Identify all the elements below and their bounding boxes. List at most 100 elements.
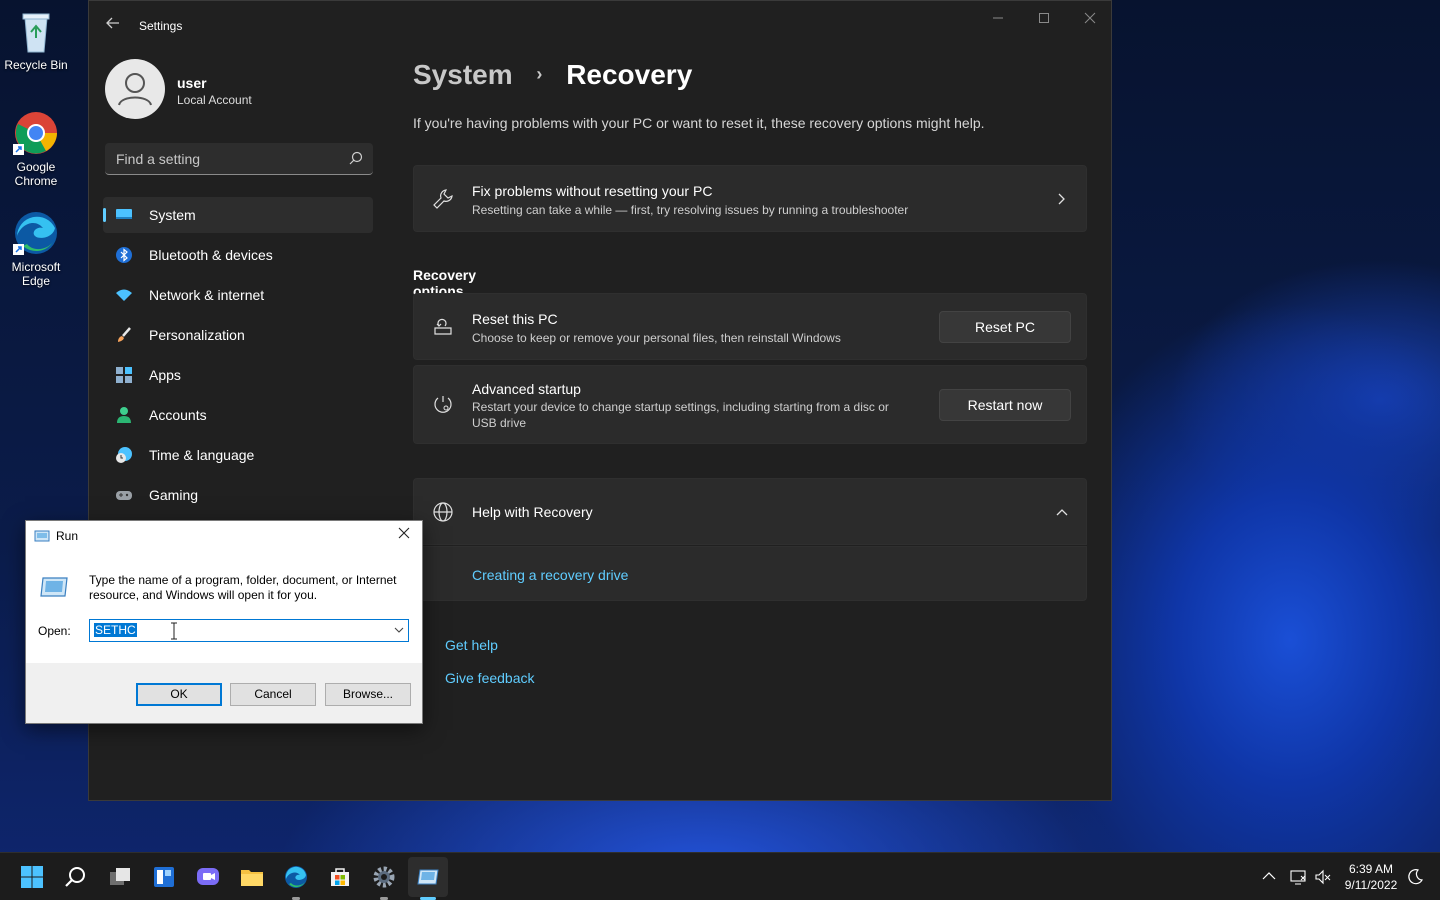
card-title: Help with Recovery: [472, 504, 593, 520]
run-description: Type the name of a program, folder, docu…: [89, 573, 397, 602]
desktop-icon-edge[interactable]: Microsoft Edge: [4, 210, 68, 288]
cancel-button[interactable]: Cancel: [230, 683, 316, 706]
settings-gear-icon[interactable]: [372, 865, 396, 889]
system-icon: [116, 209, 132, 219]
card-title: Fix problems without resetting your PC: [472, 183, 713, 199]
sidebar-item-gaming[interactable]: Gaming: [103, 477, 373, 513]
desktop-icon-label: Google Chrome: [14, 160, 58, 188]
edge-icon: [13, 210, 59, 256]
sidebar-item-apps[interactable]: Apps: [103, 357, 373, 393]
sidebar-nav: System Bluetooth & devices Network & int…: [103, 197, 373, 517]
sidebar-item-label: Network & internet: [149, 287, 265, 303]
gamepad-icon: [116, 491, 132, 500]
chevron-up-icon[interactable]: [1056, 508, 1068, 518]
open-combobox[interactable]: SETHC: [89, 619, 409, 642]
recycle-bin-icon: [13, 8, 59, 54]
file-explorer-icon[interactable]: [240, 865, 264, 889]
clock-date: 9/11/2022: [1344, 878, 1398, 892]
title-bar[interactable]: Settings: [89, 1, 1111, 49]
sidebar-item-personalization[interactable]: Personalization: [103, 317, 373, 353]
help-with-recovery-header[interactable]: Help with Recovery: [413, 478, 1087, 545]
sidebar-item-bluetooth[interactable]: Bluetooth & devices: [103, 237, 373, 273]
widgets-icon[interactable]: [152, 865, 176, 889]
store-icon[interactable]: [328, 865, 352, 889]
apps-icon: [116, 367, 132, 383]
profile-name: user: [177, 75, 207, 91]
globe-help-icon: [433, 502, 453, 522]
sidebar-item-accounts[interactable]: Accounts: [103, 397, 373, 433]
brush-icon: [118, 327, 131, 342]
reset-pc-icon: [434, 318, 452, 335]
start-windows-icon[interactable]: [20, 865, 44, 889]
open-input-value[interactable]: SETHC: [94, 623, 137, 637]
breadcrumb-parent[interactable]: System: [413, 59, 513, 90]
card-subtitle: Choose to keep or remove your personal f…: [472, 331, 841, 345]
minimize-button[interactable]: [975, 9, 1021, 29]
accounts-icon: [117, 407, 131, 423]
breadcrumb-separator-icon: ›: [536, 64, 543, 84]
search-input[interactable]: Find a setting: [105, 143, 373, 175]
ok-button[interactable]: OK: [136, 683, 222, 706]
card-title: Reset this PC: [472, 311, 558, 327]
sidebar-item-label: Gaming: [149, 487, 199, 503]
bluetooth-icon: [116, 247, 132, 263]
get-help-link[interactable]: Get help: [445, 637, 498, 653]
volume-muted-icon[interactable]: [1314, 868, 1332, 886]
network-icon[interactable]: [1289, 868, 1307, 886]
maximize-button[interactable]: [1021, 9, 1067, 29]
advanced-startup-icon: [434, 396, 452, 413]
give-feedback-link[interactable]: Give feedback: [445, 670, 535, 686]
chat-icon[interactable]: [196, 865, 220, 889]
clock-globe-icon: [116, 447, 132, 463]
help-with-recovery-body: Creating a recovery drive: [413, 546, 1087, 601]
text-cursor-icon: [171, 622, 177, 640]
close-icon[interactable]: [394, 525, 414, 545]
desktop-icon-chrome[interactable]: Google Chrome: [4, 110, 68, 188]
run-program-icon: [40, 577, 68, 597]
desktop-icon-recycle-bin[interactable]: Recycle Bin: [4, 8, 68, 72]
desktop-icon-label: Recycle Bin: [4, 58, 68, 72]
sidebar-item-time-language[interactable]: Time & language: [103, 437, 373, 473]
browse-button[interactable]: Browse...: [325, 683, 411, 706]
back-arrow-icon[interactable]: [103, 15, 123, 35]
open-label: Open:: [38, 624, 71, 638]
run-app-icon: [34, 530, 50, 542]
run-body: Type the name of a program, folder, docu…: [26, 551, 422, 663]
page-title: Recovery: [566, 59, 693, 90]
search-placeholder: Find a setting: [116, 151, 201, 167]
card-subtitle: Restart your device to change startup se…: [472, 400, 889, 430]
search-icon: [349, 151, 363, 165]
creating-recovery-drive-link[interactable]: Creating a recovery drive: [472, 567, 628, 583]
taskbar: 6:39 AM 9/11/2022: [0, 852, 1440, 900]
breadcrumb: System › Recovery: [413, 59, 692, 91]
system-clock[interactable]: 6:39 AM 9/11/2022: [1340, 861, 1402, 893]
sidebar-item-network[interactable]: Network & internet: [103, 277, 373, 313]
reset-pc-button[interactable]: Reset PC: [939, 311, 1071, 343]
search-icon[interactable]: [64, 865, 88, 889]
chevron-down-icon[interactable]: [394, 625, 404, 635]
run-app-icon[interactable]: [416, 865, 440, 889]
fix-problems-card[interactable]: Fix problems without resetting your PC R…: [413, 165, 1087, 232]
page-description: If you're having problems with your PC o…: [413, 115, 985, 131]
reset-pc-card: Reset this PC Choose to keep or remove y…: [413, 293, 1087, 360]
user-avatar-icon: [118, 73, 152, 106]
close-button[interactable]: [1067, 9, 1113, 29]
sidebar-item-system[interactable]: System: [103, 197, 373, 233]
wifi-icon: [116, 289, 132, 301]
focus-assist-moon-icon[interactable]: [1406, 868, 1424, 886]
task-view-icon[interactable]: [108, 865, 132, 889]
run-dialog: Run Type the name of a program, folder, …: [25, 520, 423, 724]
sidebar-item-label: Personalization: [149, 327, 245, 343]
sidebar-item-label: Accounts: [149, 407, 207, 423]
chevron-up-icon[interactable]: [1262, 871, 1276, 881]
edge-icon[interactable]: [284, 865, 308, 889]
card-title: Advanced startup: [472, 381, 581, 397]
sidebar-item-label: Bluetooth & devices: [149, 247, 273, 263]
run-title-bar[interactable]: Run: [26, 521, 422, 551]
run-title: Run: [56, 529, 79, 543]
sidebar-item-label: System: [149, 207, 196, 223]
restart-now-button[interactable]: Restart now: [939, 389, 1071, 421]
card-subtitle: Resetting can take a while — first, try …: [472, 203, 909, 217]
avatar[interactable]: [105, 59, 165, 119]
sidebar-item-label: Apps: [149, 367, 181, 383]
